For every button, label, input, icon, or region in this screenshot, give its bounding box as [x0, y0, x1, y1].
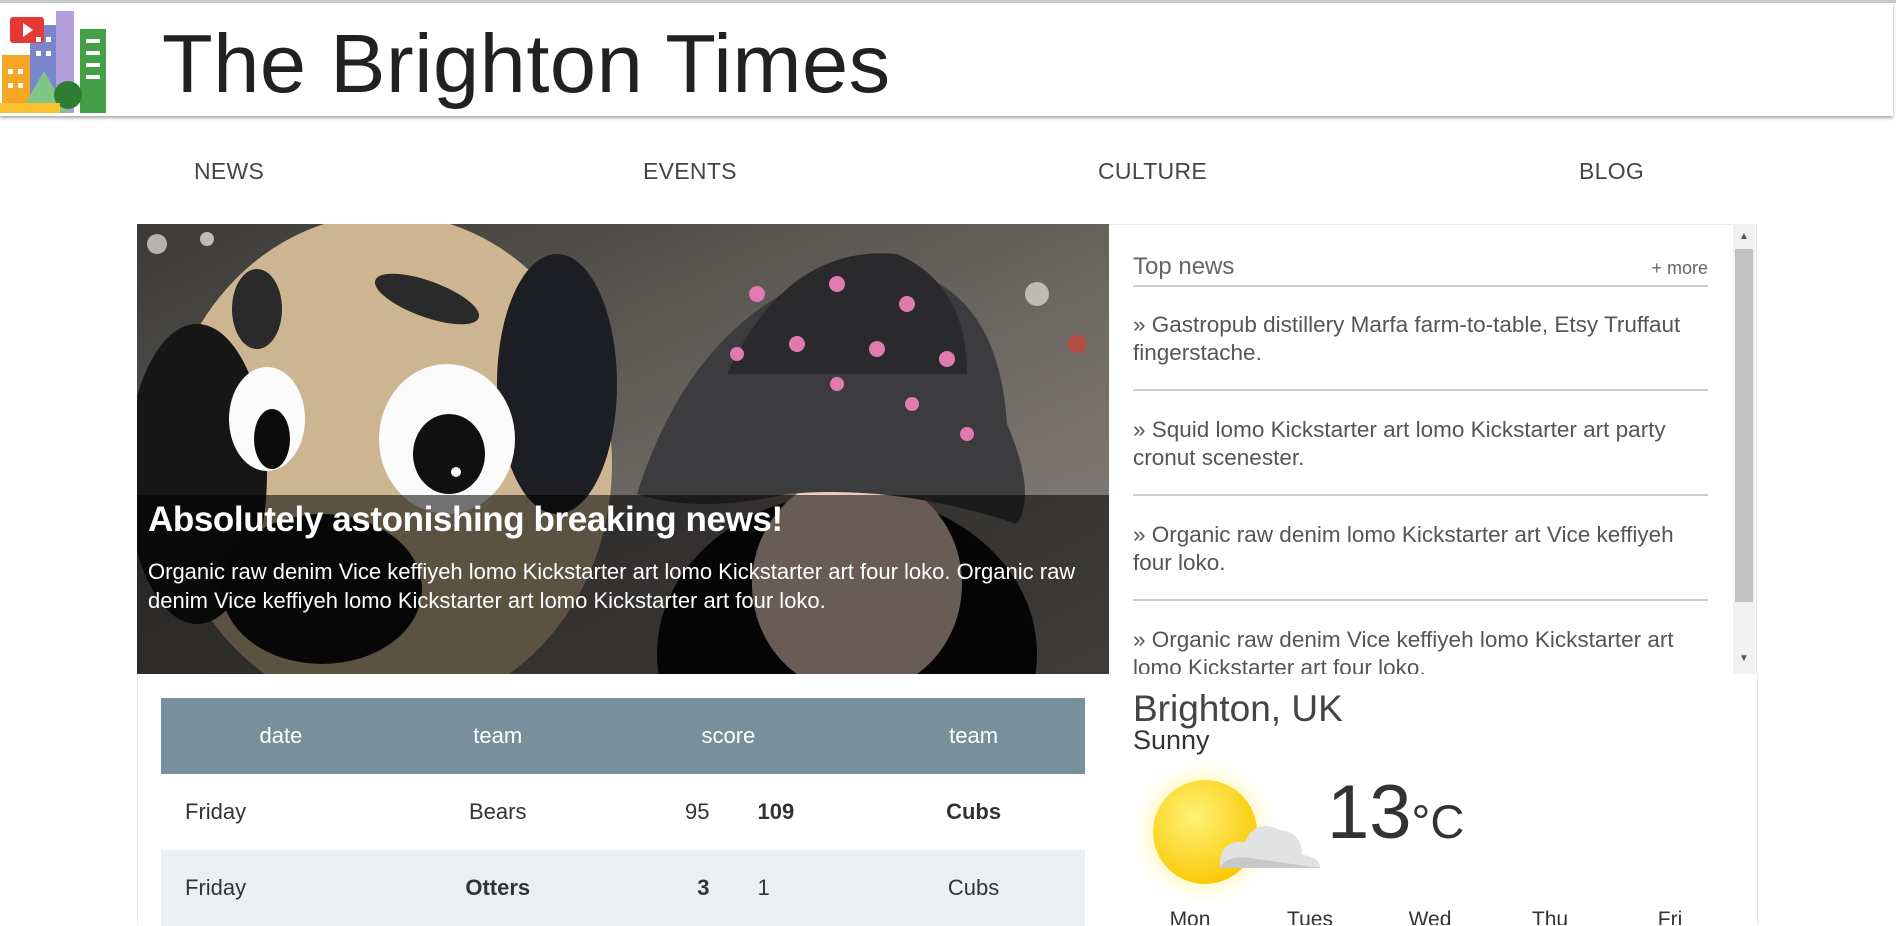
more-news-link[interactable]: + more — [1651, 258, 1708, 279]
header-team-2: team — [862, 698, 1085, 774]
temperature-value: 13 — [1327, 770, 1412, 855]
weather-city: Brighton, UK — [1133, 688, 1343, 729]
top-news-title: Top news — [1133, 253, 1235, 280]
forecast-day: Wed — [1408, 908, 1452, 925]
site-header: The Brighton Times — [0, 3, 1893, 116]
forecast-day: Thu — [1531, 908, 1569, 925]
city-logo-icon[interactable] — [0, 7, 108, 115]
nav-blog[interactable]: BLOG — [1579, 158, 1644, 185]
nav-news[interactable]: NEWS — [194, 158, 264, 185]
scores-header-row: date team score team — [161, 698, 1085, 774]
cell-team-away: Cubs — [946, 799, 1002, 824]
header-team: team — [400, 698, 595, 774]
weather-condition: Sunny — [1133, 725, 1210, 755]
nav-events[interactable]: EVENTS — [643, 158, 737, 185]
temperature-unit: °C — [1411, 795, 1465, 848]
forecast-day: Mon — [1169, 908, 1211, 925]
news-divider — [1133, 599, 1708, 601]
scroll-down-icon[interactable]: ▼ — [1733, 650, 1755, 668]
top-news-header: Top news + more — [1133, 251, 1708, 287]
scroll-up-icon[interactable]: ▲ — [1733, 228, 1755, 246]
hero-headline[interactable]: Absolutely astonishing breaking news! — [148, 500, 783, 540]
news-item[interactable]: » Gastropub distillery Marfa farm-to-tab… — [1133, 311, 1708, 367]
news-divider — [1133, 389, 1708, 391]
forecast-days: Mon Tues Wed Thu Fri — [1145, 906, 1725, 925]
news-item[interactable]: » Organic raw denim Vice keffiyeh lomo K… — [1133, 626, 1708, 675]
news-item[interactable]: » Squid lomo Kickstarter art lomo Kickst… — [1133, 416, 1708, 472]
cell-team-home: Bears — [468, 799, 527, 824]
cell-team-home: Otters — [400, 850, 595, 926]
forecast-day: Tues — [1287, 908, 1333, 925]
news-divider — [1133, 494, 1708, 496]
site-title: The Brighton Times — [162, 17, 891, 110]
weather-temperature: 13°C — [1327, 768, 1464, 867]
scroll-thumb[interactable] — [1735, 249, 1753, 602]
sun-cloud-icon — [1130, 760, 1320, 907]
main-nav: NEWS EVENTS CULTURE BLOG — [0, 116, 1896, 224]
scores-table: date team score team Friday Bears 95 109… — [161, 698, 1085, 926]
table-row[interactable]: Friday Bears 95 109 Cubs — [161, 774, 1085, 850]
cell-score-home: 95 — [685, 799, 710, 824]
forecast-day: Fri — [1657, 908, 1683, 925]
cell-date: Friday — [185, 799, 247, 824]
nav-culture[interactable]: CULTURE — [1098, 158, 1207, 185]
table-row[interactable]: Friday Otters 3 1 Cubs — [161, 850, 1085, 926]
news-scrollbar[interactable]: ▲ ▼ — [1733, 224, 1755, 674]
cell-score-away: 1 — [733, 850, 863, 926]
top-news-panel: Top news + more » Gastropub distillery M… — [1109, 224, 1757, 675]
header-date: date — [161, 698, 401, 774]
cell-date: Friday — [161, 850, 401, 926]
cell-score-away: 109 — [757, 799, 795, 824]
header-score: score — [594, 698, 863, 774]
hero-summary: Organic raw denim Vice keffiyeh lomo Kic… — [148, 559, 1076, 613]
cell-score-home: 3 — [594, 850, 734, 926]
hero-card[interactable]: Absolutely astonishing breaking news! Or… — [137, 224, 1109, 674]
news-item[interactable]: » Organic raw denim lomo Kickstarter art… — [1133, 521, 1708, 577]
cell-team-away: Cubs — [862, 850, 1085, 926]
